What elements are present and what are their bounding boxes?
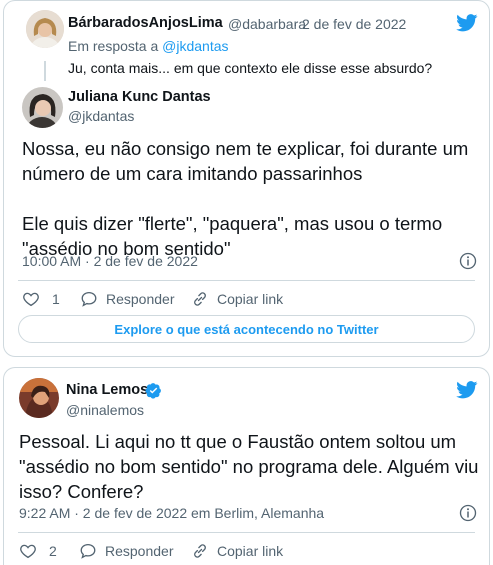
reply-label: Responder — [106, 291, 175, 307]
tweet-body: Pessoal. Li aqui no tt que o Faustão ont… — [19, 429, 478, 504]
author-name[interactable]: Nina Lemos — [66, 382, 148, 398]
reply-to-link[interactable]: @jkdantas — [162, 38, 228, 54]
divider — [18, 532, 475, 533]
verified-badge-icon — [145, 383, 161, 399]
parent-author-name[interactable]: BárbaradosAnjosLima — [68, 15, 223, 31]
reply-context: Em resposta a @jkdantas — [68, 38, 229, 54]
avatar-nina[interactable] — [19, 378, 59, 418]
separator-dot: · — [293, 16, 298, 32]
embedded-tweet-card-2: Nina Lemos @ninalemos Pessoal. Li aqui n… — [3, 367, 490, 565]
divider — [18, 280, 475, 281]
like-count: 1 — [52, 291, 60, 307]
author-name[interactable]: Juliana Kunc Dantas — [68, 89, 211, 105]
parent-date[interactable]: 2 de fev de 2022 — [302, 16, 406, 32]
link-icon — [194, 544, 206, 558]
tweet-body-line — [22, 186, 468, 211]
info-icon[interactable] — [459, 504, 477, 522]
tweet-body-line: Nossa, eu não consigo nem te explicar, f… — [22, 138, 469, 159]
avatar-barbara[interactable] — [26, 10, 64, 48]
tweet-body-line: "assédio no bom sentido" no programa del… — [19, 456, 479, 477]
tweet-body-line: número de um cara imitando passarinhos — [22, 163, 363, 184]
comment-icon — [80, 543, 96, 559]
embedded-tweet-card-1: BárbaradosAnjosLima @dabarbara · 2 de fe… — [3, 0, 490, 357]
copy-link-button[interactable]: Copiar link — [191, 542, 283, 560]
tweet-timestamp[interactable]: 9:22 AM · 2 de fev de 2022 em Berlim, Al… — [19, 505, 324, 521]
twitter-logo-icon[interactable] — [456, 14, 478, 32]
parent-tweet-text: Ju, conta mais... em que contexto ele di… — [68, 60, 433, 76]
like-button[interactable]: 2 — [19, 542, 57, 560]
heart-icon — [23, 292, 39, 307]
reply-label: Responder — [105, 543, 174, 559]
like-button[interactable]: 1 — [22, 290, 60, 308]
thread-line — [44, 61, 46, 81]
reply-prefix: Em resposta a — [68, 38, 163, 54]
copy-link-button[interactable]: Copiar link — [191, 290, 283, 308]
twitter-logo-icon[interactable] — [456, 381, 478, 399]
copy-link-label: Copiar link — [217, 291, 284, 307]
author-handle[interactable]: @jkdantas — [68, 108, 134, 124]
comment-icon — [81, 291, 97, 307]
tweet-body-line: isso? Confere? — [19, 481, 144, 502]
explore-twitter-button[interactable]: Explore o que está acontecendo no Twitte… — [18, 315, 475, 343]
heart-icon — [20, 544, 36, 559]
tweet-body: Nossa, eu não consigo nem te explicar, f… — [22, 136, 468, 261]
info-icon[interactable] — [459, 252, 477, 270]
reply-button[interactable]: Responder — [80, 290, 175, 308]
author-handle[interactable]: @ninalemos — [66, 402, 144, 418]
like-count: 2 — [49, 543, 57, 559]
tweet-body-line: Pessoal. Li aqui no tt que o Faustão ont… — [19, 431, 457, 452]
link-icon — [194, 292, 206, 306]
tweet-timestamp[interactable]: 10:00 AM · 2 de fev de 2022 — [22, 253, 198, 269]
copy-link-label: Copiar link — [217, 543, 284, 559]
avatar-juliana[interactable] — [22, 87, 63, 128]
reply-button[interactable]: Responder — [79, 542, 174, 560]
tweet-body-line: Ele quis dizer "flerte", "paquera", mas … — [22, 213, 443, 234]
